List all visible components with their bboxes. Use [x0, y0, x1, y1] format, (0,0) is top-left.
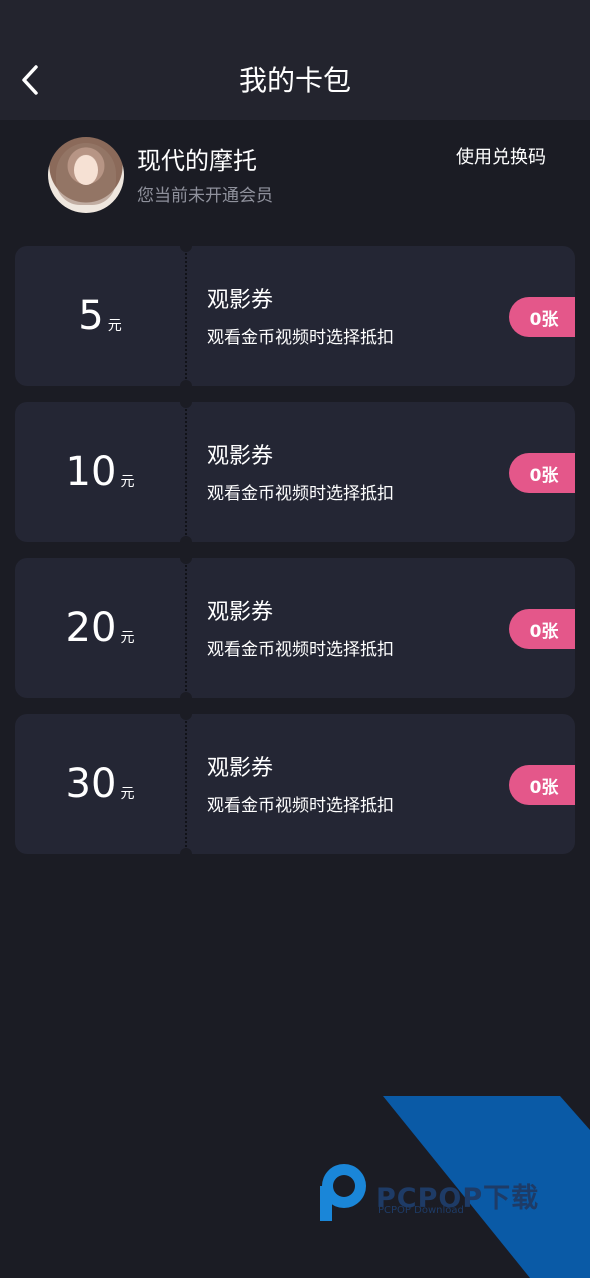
redeem-code-button[interactable]: 使用兑换码 — [456, 145, 546, 171]
top-bar: 我的卡包 — [0, 0, 590, 120]
coupon-count-badge[interactable]: 0张 — [509, 609, 575, 649]
profile-section: 现代的摩托 您当前未开通会员 使用兑换码 — [0, 120, 590, 230]
avatar[interactable] — [48, 137, 124, 213]
coupon-unit: 元 — [120, 786, 135, 802]
coupon-card[interactable]: 20 元 观影券 观看金币视频时选择抵扣 0张 — [15, 558, 575, 698]
coupon-card[interactable]: 30 元 观影券 观看金币视频时选择抵扣 0张 — [15, 714, 575, 854]
member-status: 您当前未开通会员 — [137, 186, 273, 206]
coupon-description: 观看金币视频时选择抵扣 — [207, 328, 394, 348]
coupon-amount-area: 10 元 — [15, 402, 185, 542]
coupon-unit: 元 — [120, 630, 135, 646]
coupon-card[interactable]: 5 元 观影券 观看金币视频时选择抵扣 0张 — [15, 246, 575, 386]
user-nickname: 现代的摩托 — [137, 147, 257, 175]
dotted-divider — [185, 402, 187, 542]
coupon-amount-area: 30 元 — [15, 714, 185, 854]
dotted-divider — [185, 558, 187, 698]
coupon-amount-area: 20 元 — [15, 558, 185, 698]
page-title: 我的卡包 — [238, 64, 351, 97]
coupon-value: 20 — [65, 605, 117, 651]
coupon-title: 观影券 — [207, 444, 274, 469]
coupon-count-badge[interactable]: 0张 — [509, 297, 575, 337]
coupon-value: 10 — [65, 449, 117, 495]
coupon-title: 观影券 — [207, 600, 274, 625]
coupon-unit: 元 — [120, 474, 135, 490]
coupon-value: 5 — [78, 293, 104, 339]
watermark-subtext: PCPOP Download — [378, 1205, 464, 1216]
coupon-unit: 元 — [107, 318, 122, 334]
dotted-divider — [185, 246, 187, 386]
coupon-amount-area: 5 元 — [15, 246, 185, 386]
coupon-description: 观看金币视频时选择抵扣 — [207, 484, 394, 504]
coupon-title: 观影券 — [207, 756, 274, 781]
coupon-count-badge[interactable]: 0张 — [509, 453, 575, 493]
coupon-description: 观看金币视频时选择抵扣 — [207, 640, 394, 660]
coupon-description: 观看金币视频时选择抵扣 — [207, 796, 394, 816]
dotted-divider — [185, 714, 187, 854]
coupon-value: 30 — [65, 761, 117, 807]
coupon-count-badge[interactable]: 0张 — [509, 765, 575, 805]
coupon-title: 观影券 — [207, 288, 274, 313]
watermark-text: PCPOP下载 — [376, 1183, 540, 1214]
coupon-card[interactable]: 10 元 观影券 观看金币视频时选择抵扣 0张 — [15, 402, 575, 542]
